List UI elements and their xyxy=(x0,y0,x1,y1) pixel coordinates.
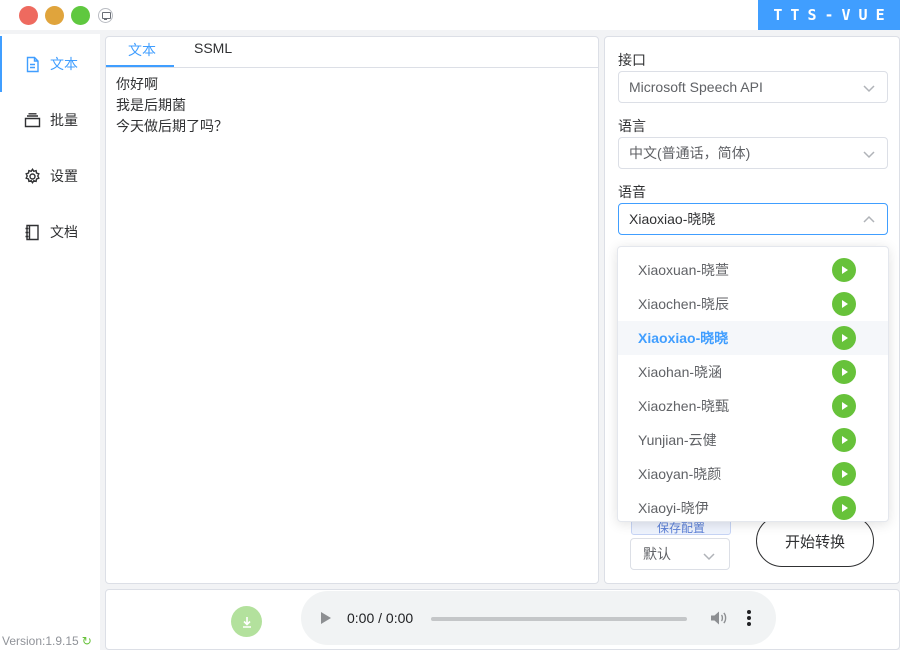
voice-label: 语音 xyxy=(618,184,646,200)
play-icon[interactable] xyxy=(832,326,856,350)
chevron-down-icon xyxy=(863,81,875,93)
api-select[interactable]: Microsoft Speech API xyxy=(618,71,888,103)
play-icon[interactable] xyxy=(832,462,856,486)
play-icon[interactable] xyxy=(832,394,856,418)
format-value: 默认 xyxy=(643,546,671,562)
refresh-icon[interactable]: ↻ xyxy=(82,634,92,648)
more-options-icon[interactable] xyxy=(747,610,751,626)
voice-select[interactable]: Xiaoxiao-晓晓 xyxy=(618,203,888,235)
text-line: 你好啊 xyxy=(116,76,158,92)
voice-option[interactable]: Xiaoxuan-晓萱 xyxy=(618,253,888,287)
voice-option-label: Xiaoxuan-晓萱 xyxy=(638,262,730,278)
voice-option[interactable]: Xiaohan-晓涵 xyxy=(618,355,888,389)
language-select[interactable]: 中文(普通话，简体) xyxy=(618,137,888,169)
voice-option-selected[interactable]: Xiaoxiao-晓晓 xyxy=(618,321,888,355)
voice-option[interactable]: Yunjian-云健 xyxy=(618,423,888,457)
voice-option-label: Yunjian-云健 xyxy=(638,432,717,448)
sidebar-item-label: 设置 xyxy=(50,168,78,184)
chevron-down-icon xyxy=(703,549,715,561)
volume-icon[interactable] xyxy=(710,610,728,626)
voice-option-label: Xiaochen-晓辰 xyxy=(638,296,730,312)
window-maximize-button[interactable] xyxy=(71,6,90,25)
sidebar-item-batch[interactable]: 批量 xyxy=(0,92,100,148)
language-label: 语言 xyxy=(618,118,646,134)
text-line: 今天做后期了吗？ xyxy=(116,118,228,134)
voice-dropdown: Xiaoxuan-晓萱 Xiaochen-晓辰 Xiaoxiao-晓晓 Xiao… xyxy=(617,246,889,522)
play-icon[interactable] xyxy=(832,258,856,282)
language-value: 中文(普通话，简体) xyxy=(629,145,751,161)
play-icon[interactable] xyxy=(832,292,856,316)
sidebar: 文本 批量 设置 文档 Version:1.9.15 ↻ xyxy=(0,34,100,650)
version-info: Version:1.9.15 ↻ xyxy=(2,634,92,648)
audio-progress-bar[interactable] xyxy=(431,617,687,621)
batch-icon xyxy=(24,112,41,129)
tab-text[interactable]: 文本 xyxy=(128,40,156,60)
sidebar-item-label: 批量 xyxy=(50,112,78,128)
audio-play-icon[interactable] xyxy=(321,612,331,624)
voice-option[interactable]: Xiaoyi-晓伊 xyxy=(618,491,888,525)
voice-option-label: Xiaoyan-晓颜 xyxy=(638,466,722,482)
voice-value: Xiaoxiao-晓晓 xyxy=(629,211,716,227)
voice-option[interactable]: Xiaozhen-晓甄 xyxy=(618,389,888,423)
voice-option[interactable]: Xiaochen-晓辰 xyxy=(618,287,888,321)
text-input[interactable]: 你好啊 我是后期菌 今天做后期了吗？ xyxy=(106,67,598,583)
voice-option-label: Xiaoxiao-晓晓 xyxy=(638,330,729,346)
title-bar: TTS-VUE xyxy=(0,0,900,30)
voice-option-label: Xiaozhen-晓甄 xyxy=(638,398,730,414)
sidebar-item-settings[interactable]: 设置 xyxy=(0,148,100,204)
player-panel: 0:00 / 0:00 xyxy=(105,589,900,650)
download-icon xyxy=(242,616,251,628)
chevron-up-icon xyxy=(863,213,875,225)
window-minimize-button[interactable] xyxy=(45,6,64,25)
audio-time: 0:00 / 0:00 xyxy=(347,610,414,626)
play-icon[interactable] xyxy=(832,428,856,452)
tab-ssml[interactable]: SSML xyxy=(194,40,232,56)
version-text: Version:1.9.15 xyxy=(2,634,79,648)
screen-icon[interactable] xyxy=(98,8,113,23)
app-brand: TTS-VUE xyxy=(758,0,900,30)
notebook-icon xyxy=(24,224,41,241)
audio-player: 0:00 / 0:00 xyxy=(301,591,776,645)
text-line: 我是后期菌 xyxy=(116,97,186,113)
editor-tabs: 文本 SSML xyxy=(106,37,598,67)
api-value: Microsoft Speech API xyxy=(629,79,763,95)
play-icon[interactable] xyxy=(832,360,856,384)
sidebar-item-text[interactable]: 文本 xyxy=(0,36,100,92)
voice-option[interactable]: Xiaoyan-晓颜 xyxy=(618,457,888,491)
play-icon[interactable] xyxy=(832,496,856,520)
sidebar-item-label: 文档 xyxy=(50,224,78,240)
voice-option-label: Xiaohan-晓涵 xyxy=(638,364,723,380)
sidebar-item-label: 文本 xyxy=(50,56,78,72)
chevron-down-icon xyxy=(863,147,875,159)
voice-option-label: Xiaoyi-晓伊 xyxy=(638,500,709,516)
editor-panel: 文本 SSML 你好啊 我是后期菌 今天做后期了吗？ xyxy=(105,36,599,584)
format-select[interactable]: 默认 xyxy=(630,538,730,570)
sidebar-item-docs[interactable]: 文档 xyxy=(0,204,100,260)
api-label: 接口 xyxy=(618,52,646,68)
document-icon xyxy=(24,56,41,73)
window-close-button[interactable] xyxy=(19,6,38,25)
download-button[interactable] xyxy=(231,606,262,637)
gear-icon xyxy=(24,167,41,185)
